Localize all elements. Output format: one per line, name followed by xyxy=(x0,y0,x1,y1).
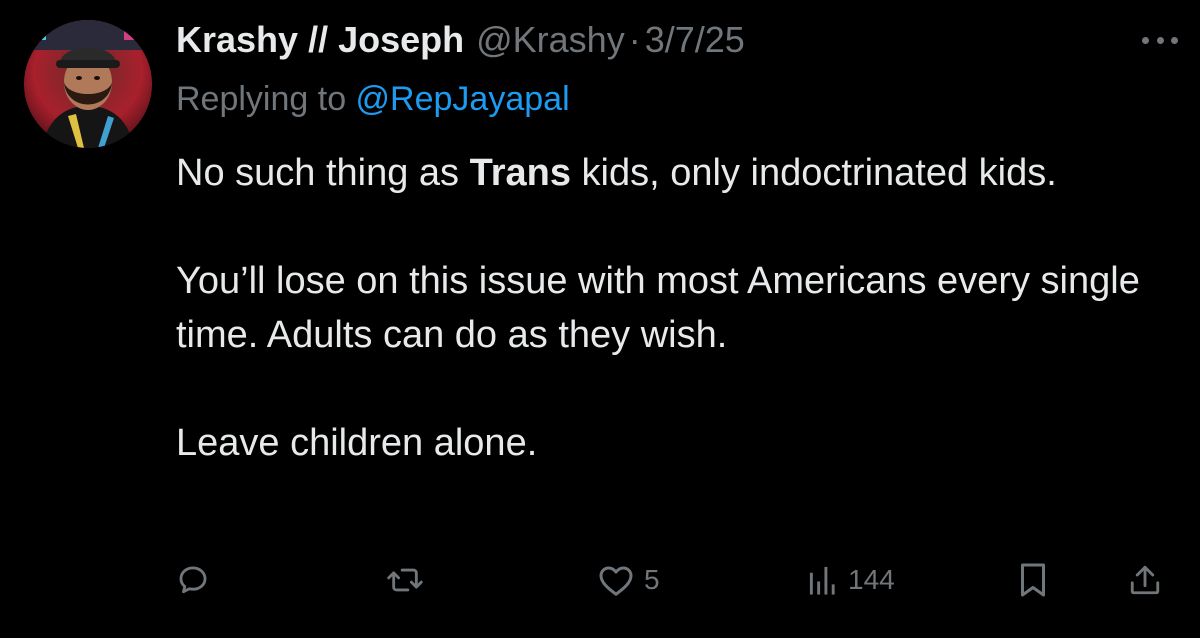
separator-dot: · xyxy=(628,19,641,60)
tweet-paragraph-2: You’ll lose on this issue with most Amer… xyxy=(176,260,1140,356)
more-dot-icon xyxy=(1142,36,1149,44)
more-dot-icon xyxy=(1171,36,1178,44)
avatar-photo xyxy=(24,20,152,148)
tweet-body: No such thing as Trans kids, only indoct… xyxy=(176,146,1176,470)
bookmark-button[interactable] xyxy=(1018,552,1048,608)
share-upload-icon xyxy=(1130,565,1160,595)
tweet-actions: 5 144 xyxy=(176,552,1176,608)
tweet-paragraph-3: Leave children alone. xyxy=(176,422,538,464)
views-button[interactable]: 144 xyxy=(808,552,895,608)
bar-chart-icon xyxy=(809,566,835,595)
tweet-paragraph-1: No such thing as Trans kids, only indoct… xyxy=(176,146,1176,200)
share-button[interactable] xyxy=(1128,552,1162,608)
more-options-button[interactable] xyxy=(1142,28,1178,52)
heart-icon xyxy=(599,566,633,596)
author-display-name[interactable]: Krashy // Joseph xyxy=(176,16,464,64)
author-handle[interactable]: @Krashy xyxy=(476,16,625,64)
more-dot-icon xyxy=(1156,36,1164,44)
replying-to-label: Replying to xyxy=(176,80,356,118)
repost-arrows-icon xyxy=(387,568,423,592)
tweet-date[interactable]: 3/7/25 xyxy=(645,16,745,64)
reply-button[interactable] xyxy=(176,552,210,608)
p1-text-before: No such thing as xyxy=(176,152,470,194)
repost-button[interactable] xyxy=(386,552,424,608)
tweet-header: Krashy // Joseph @Krashy · 3/7/25 xyxy=(176,16,745,64)
tweet: Krashy // Joseph @Krashy · 3/7/25 Replyi… xyxy=(0,0,1200,638)
bookmark-icon xyxy=(1021,563,1045,597)
p1-text-after: kids, only indoctrinated kids. xyxy=(571,152,1057,194)
views-count: 144 xyxy=(848,564,895,595)
speech-bubble-icon xyxy=(179,566,207,594)
like-count: 5 xyxy=(644,564,660,595)
reply-mention-link[interactable]: @RepJayapal xyxy=(356,80,570,118)
avatar[interactable] xyxy=(24,20,152,148)
like-button[interactable]: 5 xyxy=(598,552,660,608)
p1-bold-text: Trans xyxy=(469,152,571,194)
replying-to-line: Replying to @RepJayapal xyxy=(176,76,570,122)
